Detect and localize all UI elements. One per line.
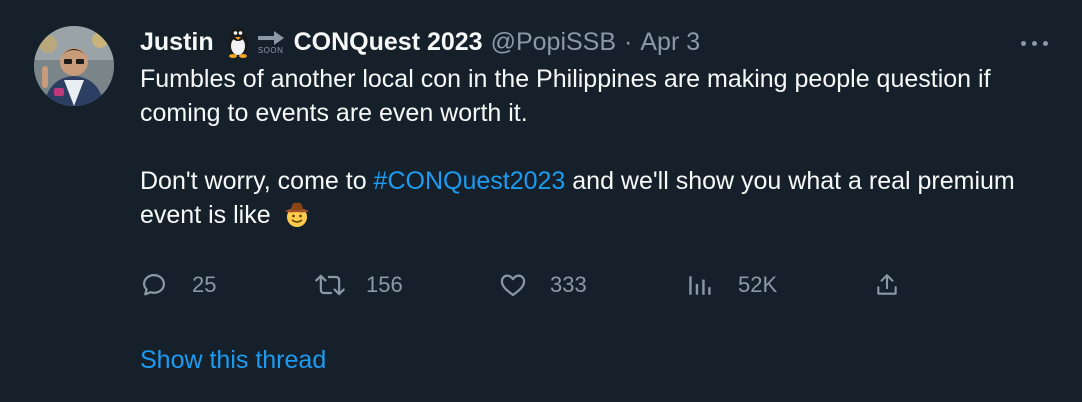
like-count: 333 (550, 272, 587, 297)
avatar-photo (34, 26, 114, 106)
paragraph-2-lead: Don't worry, come to (140, 167, 374, 195)
author-display-name[interactable]: Justin (140, 28, 214, 57)
hashtag-link[interactable]: #CONQuest2023 (374, 167, 566, 195)
tweet-text: Fumbles of another local con in the Phil… (140, 62, 1040, 232)
tweet-header: Justin SOON CONQuest 2023 @PopiSSB · Apr… (140, 24, 700, 60)
soon-arrow-icon: SOON (256, 30, 286, 55)
author-name-suffix[interactable]: CONQuest 2023 (294, 28, 483, 57)
more-dot (1031, 40, 1037, 46)
tweet-card[interactable]: Justin SOON CONQuest 2023 @PopiSSB · Apr… (0, 0, 1082, 402)
more-options-icon[interactable] (1014, 33, 1054, 53)
cowboy-face-icon (284, 202, 309, 227)
reply-action[interactable]: 25 (140, 266, 216, 304)
like-action[interactable]: 333 (498, 266, 587, 304)
avatar[interactable] (34, 26, 114, 106)
retweet-count: 156 (366, 272, 403, 297)
retweet-icon (315, 274, 345, 296)
share-icon (877, 274, 897, 295)
share-action[interactable] (874, 266, 900, 304)
author-handle[interactable]: @PopiSSB (491, 28, 616, 57)
tweet-date[interactable]: Apr 3 (640, 28, 700, 57)
penguin-icon (227, 27, 248, 58)
more-dot (1020, 40, 1026, 46)
reply-icon (142, 273, 166, 296)
retweet-action[interactable]: 156 (314, 266, 403, 304)
tweet-paragraph-1: Fumbles of another local con in the Phil… (140, 65, 991, 127)
views-count: 52K (738, 272, 778, 297)
name-emoji-group: SOON (224, 26, 286, 58)
show-thread-link[interactable]: Show this thread (140, 346, 326, 375)
header-separator: · (624, 27, 633, 56)
more-dot (1042, 40, 1048, 46)
tweet-paragraph-2: Don't worry, come to #CONQuest2023 and w… (140, 164, 1040, 232)
views-chart-icon (689, 276, 711, 295)
soon-label: SOON (257, 45, 284, 55)
heart-icon (500, 274, 526, 297)
views-action[interactable]: 52K (686, 266, 777, 304)
reply-count: 25 (192, 272, 217, 297)
